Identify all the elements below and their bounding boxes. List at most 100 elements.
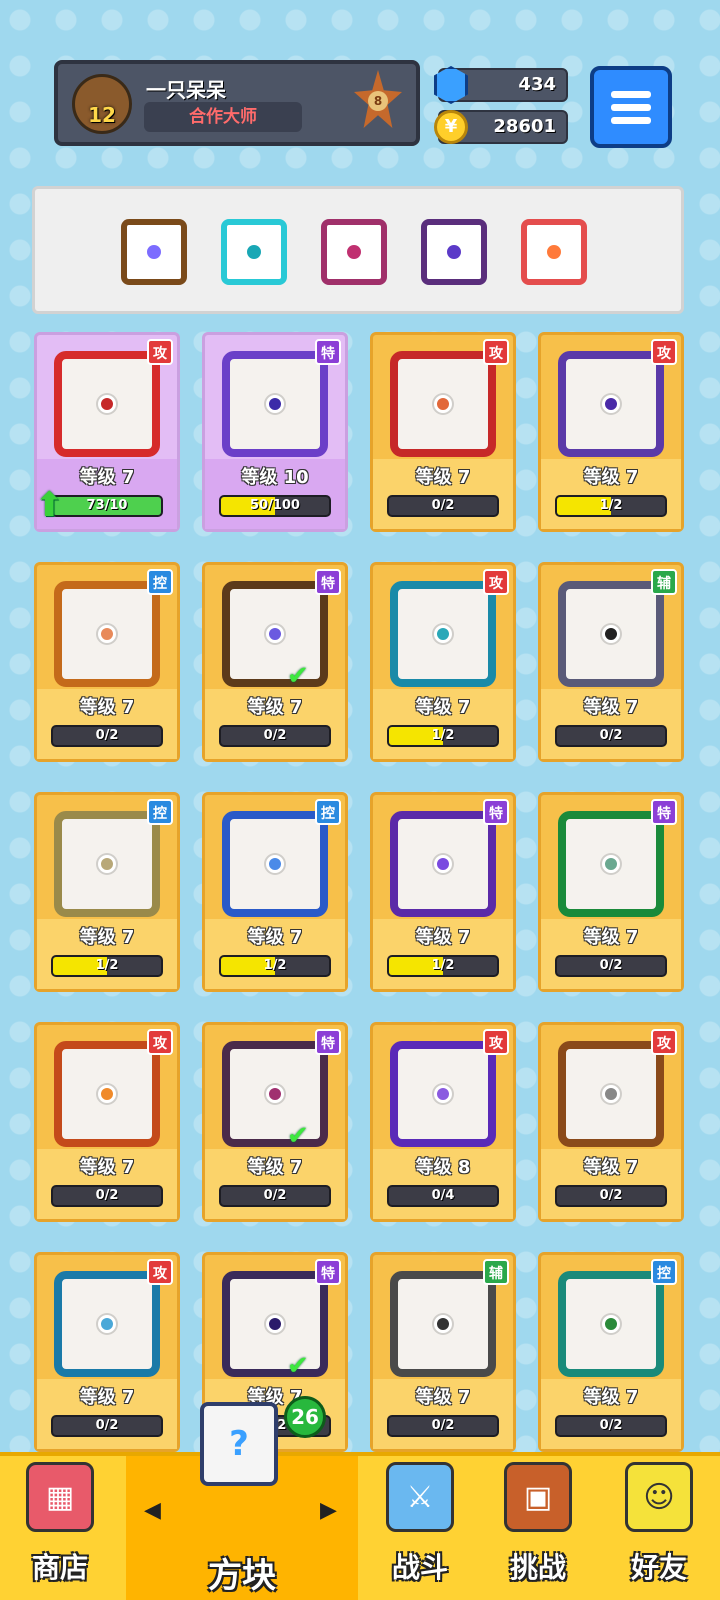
upgrade-arrow-icon[interactable]: ⬆ bbox=[35, 485, 64, 525]
card-level: 等级 7 bbox=[247, 697, 303, 718]
crossbow-dice-icon[interactable] bbox=[321, 219, 387, 285]
dice-face-icon bbox=[390, 811, 496, 917]
dice-card[interactable]: 攻等级 8 0/4 bbox=[370, 1022, 516, 1222]
dice-face-icon bbox=[222, 1041, 328, 1147]
dice-pip bbox=[98, 395, 116, 413]
player-level: 12 bbox=[88, 103, 116, 127]
progress-text: 1/2 bbox=[263, 958, 287, 973]
deck-slot-dot bbox=[247, 245, 261, 259]
dice-card[interactable]: 攻等级 7 0/2 bbox=[34, 1252, 180, 1452]
dice-card[interactable]: 攻等级 7 1/2 bbox=[538, 332, 684, 532]
spirit-dice-icon[interactable] bbox=[421, 219, 487, 285]
nav-friends[interactable]: ☺ 好友 bbox=[598, 1456, 720, 1600]
nav-prev-arrow-icon[interactable]: ◀ bbox=[144, 1498, 161, 1523]
deck-slot-dot bbox=[447, 245, 461, 259]
rainbow-dice-icon[interactable] bbox=[521, 219, 587, 285]
deck-slot-dot bbox=[147, 245, 161, 259]
dice-card[interactable]: 特等级 10 50/100 bbox=[202, 332, 348, 532]
dice-card[interactable]: 攻等级 7 0/2 bbox=[538, 1022, 684, 1222]
card-level: 等级 7 bbox=[583, 1387, 639, 1408]
friend-character-icon: ☺ bbox=[625, 1462, 693, 1532]
progress-text: 73/10 bbox=[86, 498, 128, 513]
infinity-dice-icon[interactable] bbox=[121, 219, 187, 285]
progress-text: 0/2 bbox=[95, 728, 119, 743]
card-level: 等级 7 bbox=[583, 927, 639, 948]
type-tag: 攻 bbox=[147, 1259, 173, 1285]
dice-face-icon bbox=[390, 1041, 496, 1147]
dice-face-icon bbox=[558, 351, 664, 457]
progress-bar: 1/2 bbox=[387, 955, 499, 977]
dice-face-icon bbox=[54, 351, 160, 457]
dice-card[interactable]: 攻等级 7 1/2 bbox=[370, 562, 516, 762]
dice-card[interactable]: 控等级 7 1/2 bbox=[202, 792, 348, 992]
menu-button[interactable] bbox=[590, 66, 672, 148]
rank-number: 8 bbox=[368, 91, 388, 111]
card-level: 等级 7 bbox=[415, 1387, 471, 1408]
card-level: 等级 7 bbox=[79, 1387, 135, 1408]
type-tag: 攻 bbox=[483, 339, 509, 365]
progress-text: 0/2 bbox=[599, 1418, 623, 1433]
mystery-block-icon[interactable]: ? bbox=[200, 1402, 278, 1486]
signboard-icon: ▣ bbox=[504, 1462, 572, 1532]
dice-pip bbox=[266, 395, 284, 413]
progress-text: 1/2 bbox=[431, 958, 455, 973]
dice-face-icon bbox=[390, 581, 496, 687]
dice-pip bbox=[98, 625, 116, 643]
nav-challenge[interactable]: ▣ 挑战 bbox=[478, 1456, 598, 1600]
dice-card[interactable]: 攻等级 7 0/2 bbox=[34, 1022, 180, 1222]
dice-card[interactable]: 辅等级 7 0/2 bbox=[370, 1252, 516, 1452]
gem-counter[interactable]: 434 bbox=[434, 66, 568, 104]
type-tag: 辅 bbox=[483, 1259, 509, 1285]
nav-next-arrow-icon[interactable]: ▶ bbox=[320, 1498, 337, 1523]
dice-card[interactable]: 控等级 7 0/2 bbox=[34, 562, 180, 762]
coin-icon: ¥ bbox=[434, 110, 468, 144]
coin-counter[interactable]: ¥ 28601 bbox=[434, 110, 568, 144]
progress-bar: 0/2 bbox=[555, 725, 667, 747]
type-tag: 控 bbox=[315, 799, 341, 825]
progress-text: 0/2 bbox=[263, 728, 287, 743]
progress-text: 0/2 bbox=[431, 1418, 455, 1433]
nav-battle-label: 战斗 bbox=[391, 1551, 448, 1584]
dice-face-icon bbox=[54, 581, 160, 687]
hamburger-icon bbox=[611, 90, 651, 98]
dice-pip bbox=[602, 395, 620, 413]
dice-face-icon bbox=[222, 1271, 328, 1377]
dice-card[interactable]: 特等级 7 0/2 bbox=[538, 792, 684, 992]
dice-face-icon bbox=[222, 351, 328, 457]
progress-bar: 0/2 bbox=[387, 495, 499, 517]
equipped-deck bbox=[32, 186, 684, 314]
progress-text: 0/2 bbox=[95, 1188, 119, 1203]
dice-card[interactable]: 特等级 7 0/2 ✔ bbox=[202, 562, 348, 762]
type-tag: 特 bbox=[315, 1029, 341, 1055]
card-level: 等级 7 bbox=[415, 467, 471, 488]
dice-card[interactable]: 特等级 7 1/2 bbox=[370, 792, 516, 992]
shop-icon: ▦ bbox=[26, 1462, 94, 1532]
player-panel[interactable]: 12 一只呆呆 合作大师 8 bbox=[54, 60, 420, 146]
player-avatar[interactable]: 12 bbox=[72, 74, 132, 134]
progress-bar: 1/2 bbox=[219, 955, 331, 977]
progress-text: 0/2 bbox=[599, 958, 623, 973]
dice-pip bbox=[602, 1085, 620, 1103]
dice-card[interactable]: 辅等级 7 0/2 bbox=[538, 562, 684, 762]
nav-blocks-label: 方块 bbox=[208, 1556, 276, 1596]
progress-bar: 1/2 bbox=[555, 495, 667, 517]
healing-dice-icon[interactable] bbox=[221, 219, 287, 285]
dice-pip bbox=[434, 625, 452, 643]
dice-pip bbox=[602, 1315, 620, 1333]
nav-shop[interactable]: ▦ 商店 bbox=[0, 1456, 120, 1600]
dice-card[interactable]: 攻等级 7 73/10 ⬆ bbox=[34, 332, 180, 532]
type-tag: 控 bbox=[147, 799, 173, 825]
nav-battle[interactable]: ⚔ 战斗 bbox=[362, 1456, 478, 1600]
progress-text: 0/4 bbox=[431, 1188, 455, 1203]
card-level: 等级 7 bbox=[415, 927, 471, 948]
dice-card[interactable]: 控等级 7 0/2 bbox=[538, 1252, 684, 1452]
progress-text: 0/2 bbox=[263, 1188, 287, 1203]
progress-text: 0/2 bbox=[599, 1188, 623, 1203]
progress-bar: 0/2 bbox=[51, 1185, 163, 1207]
dice-card[interactable]: 特等级 7 0/2 ✔ bbox=[202, 1022, 348, 1222]
progress-bar: 0/2 bbox=[555, 955, 667, 977]
deck-slot-dot bbox=[347, 245, 361, 259]
progress-text: 1/2 bbox=[431, 728, 455, 743]
dice-card[interactable]: 攻等级 7 0/2 bbox=[370, 332, 516, 532]
dice-card[interactable]: 控等级 7 1/2 bbox=[34, 792, 180, 992]
